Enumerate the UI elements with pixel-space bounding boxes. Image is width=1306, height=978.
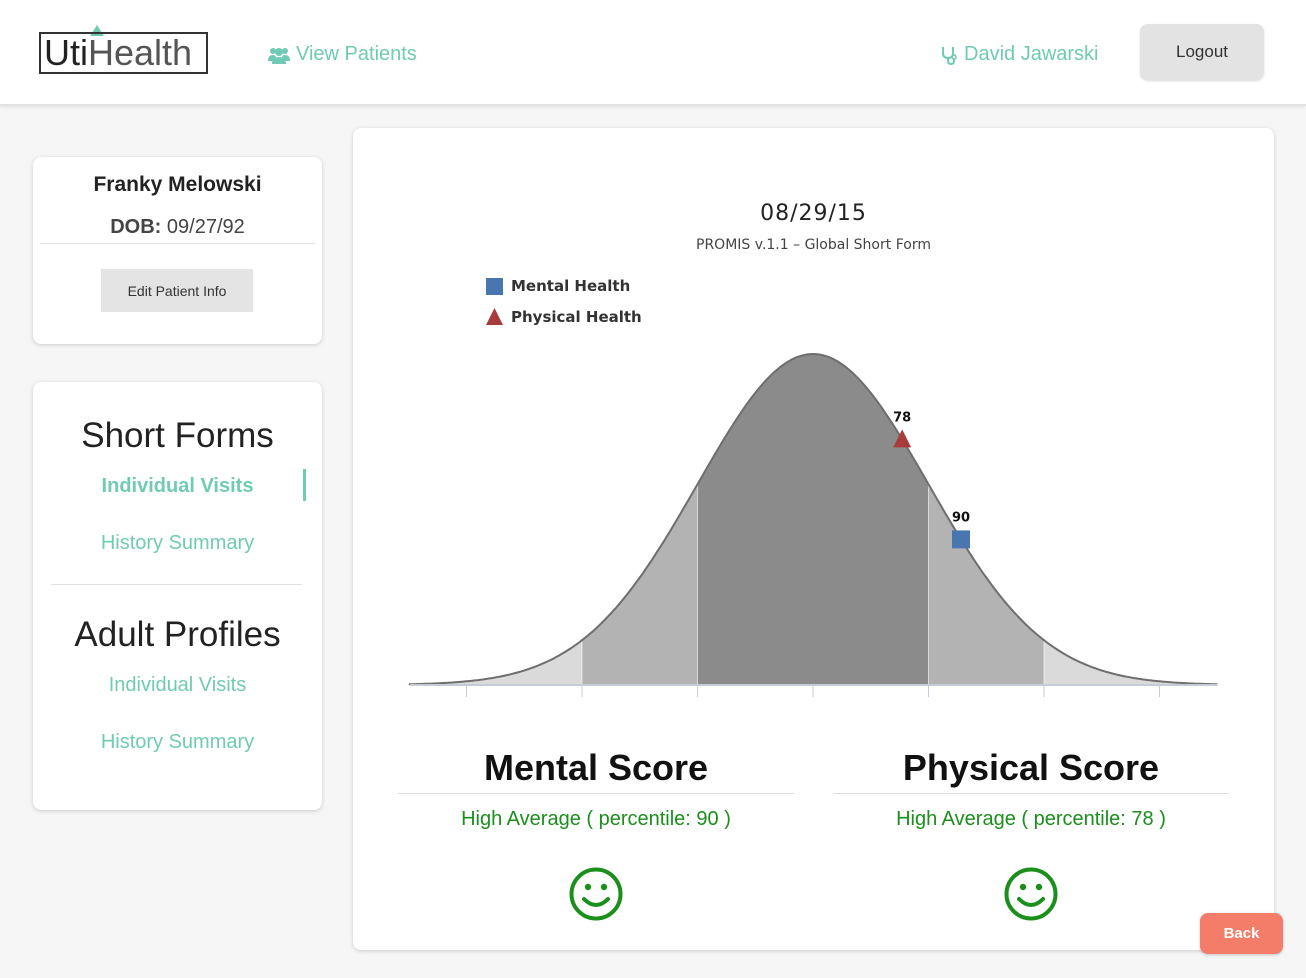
back-button[interactable]: Back — [1200, 913, 1283, 954]
legend-label: Mental Health — [511, 277, 630, 295]
physical-score-block: Physical Score High Average ( percentile… — [833, 747, 1229, 831]
divider — [398, 793, 794, 794]
short-forms-history-summary-link[interactable]: History Summary — [33, 532, 322, 555]
physical-smiley-icon — [1004, 867, 1058, 921]
legend-marker-2 — [486, 308, 503, 325]
mental-score-title: Mental Score — [483, 747, 709, 788]
top-navbar: UtiHealth View Patients David Jawarski L… — [0, 0, 1306, 106]
patient-dob: DOB: 09/27/92 — [33, 216, 322, 239]
divider — [833, 793, 1229, 794]
data-point-1 — [952, 530, 971, 549]
dob-value: 09/27/92 — [166, 216, 245, 238]
bell-curve-chart: Mental Health Physical Health 90 78 — [408, 277, 1218, 697]
user-profile-link[interactable]: David Jawarski — [940, 43, 1098, 66]
logo-text-bold: Uti — [44, 32, 88, 73]
logout-button[interactable]: Logout — [1140, 24, 1264, 80]
view-patients-label: View Patients — [296, 43, 417, 65]
view-patients-link[interactable]: View Patients — [268, 43, 417, 66]
mental-score-description: High Average ( percentile: 90 ) — [461, 808, 731, 830]
user-name: David Jawarski — [964, 43, 1099, 65]
logo-text-light: Health — [88, 32, 193, 73]
short-forms-individual-visits-link[interactable]: Individual Visits — [33, 475, 322, 498]
adult-profiles-individual-visits-link[interactable]: Individual Visits — [33, 674, 322, 697]
adult-profiles-heading: Adult Profiles — [74, 615, 281, 654]
logo[interactable]: UtiHealth — [39, 32, 208, 74]
edit-patient-info-button[interactable]: Edit Patient Info — [101, 269, 253, 312]
active-indicator — [303, 469, 306, 501]
divider — [40, 243, 315, 244]
dob-label: DOB: — [110, 216, 162, 238]
data-label: 78 — [893, 410, 911, 425]
legend-marker-1 — [486, 278, 503, 295]
mental-score-block: Mental Score High Average ( percentile: … — [398, 747, 794, 831]
adult-profiles-history-summary-link[interactable]: History Summary — [33, 731, 322, 754]
physical-score-title: Physical Score — [902, 747, 1160, 788]
forms-menu-card: Short Forms Individual Visits History Su… — [33, 382, 322, 810]
curve-band-2 — [697, 354, 929, 685]
legend-label: Physical Health — [511, 308, 642, 326]
results-panel: 08/29/15 PROMIS v.1.1 – Global Short For… — [353, 128, 1274, 950]
mental-smiley-icon — [569, 867, 623, 921]
patient-name: Franky Melowski — [93, 173, 262, 196]
physical-score-description: High Average ( percentile: 78 ) — [896, 808, 1166, 830]
stethoscope-icon — [942, 46, 957, 65]
users-icon — [268, 47, 290, 64]
data-label: 90 — [952, 510, 970, 525]
divider — [51, 584, 302, 585]
short-forms-heading: Short Forms — [81, 416, 274, 455]
patient-info-card: Franky Melowski DOB: 09/27/92 Edit Patie… — [33, 157, 322, 344]
